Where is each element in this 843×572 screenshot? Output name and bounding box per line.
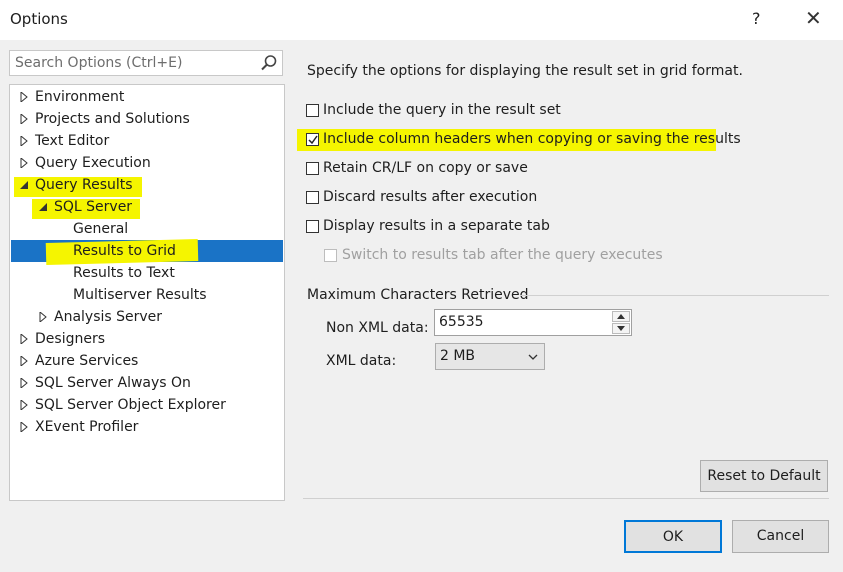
- spin-down-button[interactable]: [612, 323, 630, 334]
- tree-item-environment[interactable]: Environment: [19, 86, 124, 108]
- tree-item-multiserver-results[interactable]: Multiserver Results: [73, 284, 207, 306]
- footer-divider: [303, 498, 829, 499]
- collapse-arrow-icon[interactable]: [38, 202, 48, 212]
- tree-item-label: SQL Server Always On: [35, 375, 191, 391]
- ok-button-label: OK: [662, 529, 684, 545]
- search-input[interactable]: Search Options (Ctrl+E): [9, 50, 283, 76]
- search-placeholder: Search Options (Ctrl+E): [15, 55, 183, 71]
- xml-data-dropdown[interactable]: 2 MB: [435, 343, 545, 370]
- tree-item-results-to-grid[interactable]: Results to Grid: [73, 240, 176, 262]
- checkmark-icon: [308, 135, 318, 145]
- reset-to-default-button[interactable]: Reset to Default: [700, 460, 828, 492]
- spin-up-icon: [617, 314, 625, 319]
- tree-item-sql-server-object-explorer[interactable]: SQL Server Object Explorer: [19, 394, 226, 416]
- tree-item-query-results[interactable]: Query Results: [19, 174, 133, 196]
- tree-item-label: Query Results: [35, 177, 133, 193]
- tree-item-projects-and-solutions[interactable]: Projects and Solutions: [19, 108, 190, 130]
- non-xml-data-stepper[interactable]: 65535: [434, 309, 632, 336]
- tree-item-results-to-text[interactable]: Results to Text: [73, 262, 175, 284]
- expand-arrow-icon[interactable]: [19, 136, 29, 146]
- window-title: Options: [10, 10, 68, 28]
- option-separate-tab-label[interactable]: Display results in a separate tab: [323, 218, 550, 234]
- group-divider: [520, 295, 829, 296]
- tree-item-analysis-server[interactable]: Analysis Server: [38, 306, 162, 328]
- checkbox-include-query[interactable]: [306, 104, 319, 117]
- expand-arrow-icon[interactable]: [19, 378, 29, 388]
- group-max-characters-title: Maximum Characters Retrieved: [307, 287, 529, 303]
- tree-item-general[interactable]: General: [73, 218, 128, 240]
- checkbox-separate-tab[interactable]: [306, 220, 319, 233]
- expand-arrow-icon[interactable]: [19, 356, 29, 366]
- tree-item-xevent-profiler[interactable]: XEvent Profiler: [19, 416, 138, 438]
- collapse-arrow-icon[interactable]: [19, 180, 29, 190]
- checkbox-retain-crlf[interactable]: [306, 162, 319, 175]
- panel-description: Specify the options for displaying the r…: [307, 63, 743, 79]
- option-switch-to-results-tab-label: Switch to results tab after the query ex…: [342, 247, 663, 263]
- close-button[interactable]: ✕: [805, 6, 822, 30]
- ok-button[interactable]: OK: [624, 520, 722, 553]
- tree-item-label: Query Execution: [35, 155, 151, 171]
- tree-item-label: Results to Grid: [73, 243, 176, 259]
- expand-arrow-icon[interactable]: [19, 422, 29, 432]
- spin-up-button[interactable]: [612, 311, 630, 322]
- search-icon[interactable]: [260, 54, 278, 72]
- option-retain-crlf-label[interactable]: Retain CR/LF on copy or save: [323, 160, 528, 176]
- tree-item-azure-services[interactable]: Azure Services: [19, 350, 138, 372]
- option-include-query-label[interactable]: Include the query in the result set: [323, 102, 561, 118]
- tree-item-label: Designers: [35, 331, 105, 347]
- tree-item-label: XEvent Profiler: [35, 419, 139, 435]
- tree-item-text-editor[interactable]: Text Editor: [19, 130, 109, 152]
- tree-item-label: Analysis Server: [54, 309, 163, 325]
- cancel-button[interactable]: Cancel: [732, 520, 829, 553]
- tree-item-sql-server-always-on[interactable]: SQL Server Always On: [19, 372, 191, 394]
- spin-down-icon: [617, 326, 625, 331]
- expand-arrow-icon[interactable]: [19, 114, 29, 124]
- xml-data-label: XML data:: [326, 353, 397, 369]
- tree-item-label: Multiserver Results: [73, 287, 207, 303]
- option-discard-results-label[interactable]: Discard results after execution: [323, 189, 537, 205]
- tree-item-label: Azure Services: [35, 353, 139, 369]
- tree-item-label: General: [73, 221, 129, 237]
- tree-item-label: Environment: [35, 89, 125, 105]
- non-xml-data-label: Non XML data:: [326, 320, 429, 336]
- expand-arrow-icon[interactable]: [19, 334, 29, 344]
- tree-item-designers[interactable]: Designers: [19, 328, 105, 350]
- help-button[interactable]: ?: [752, 9, 761, 28]
- expand-arrow-icon[interactable]: [19, 92, 29, 102]
- checkbox-include-column-headers[interactable]: [306, 133, 319, 146]
- xml-data-value: 2 MB: [440, 348, 476, 364]
- tree-item-sql-server[interactable]: SQL Server: [38, 196, 132, 218]
- non-xml-data-value[interactable]: 65535: [439, 314, 484, 330]
- tree-item-label: SQL Server Object Explorer: [35, 397, 226, 413]
- expand-arrow-icon[interactable]: [38, 312, 48, 322]
- tree-item-label: Projects and Solutions: [35, 111, 190, 127]
- checkbox-switch-to-results-tab: [324, 249, 337, 262]
- options-tree[interactable]: Environment Projects and Solutions Text …: [9, 84, 285, 501]
- title-bar: [0, 0, 843, 40]
- tree-item-label: SQL Server: [54, 199, 133, 215]
- reset-button-label: Reset to Default: [707, 468, 821, 484]
- expand-arrow-icon[interactable]: [19, 158, 29, 168]
- option-include-column-headers-label[interactable]: Include column headers when copying or s…: [323, 131, 741, 147]
- cancel-button-label: Cancel: [756, 528, 805, 544]
- expand-arrow-icon[interactable]: [19, 400, 29, 410]
- checkbox-discard-results[interactable]: [306, 191, 319, 204]
- tree-item-label: Text Editor: [35, 133, 110, 149]
- tree-item-label: Results to Text: [73, 265, 175, 281]
- tree-item-query-execution[interactable]: Query Execution: [19, 152, 151, 174]
- chevron-down-icon: [528, 354, 538, 360]
